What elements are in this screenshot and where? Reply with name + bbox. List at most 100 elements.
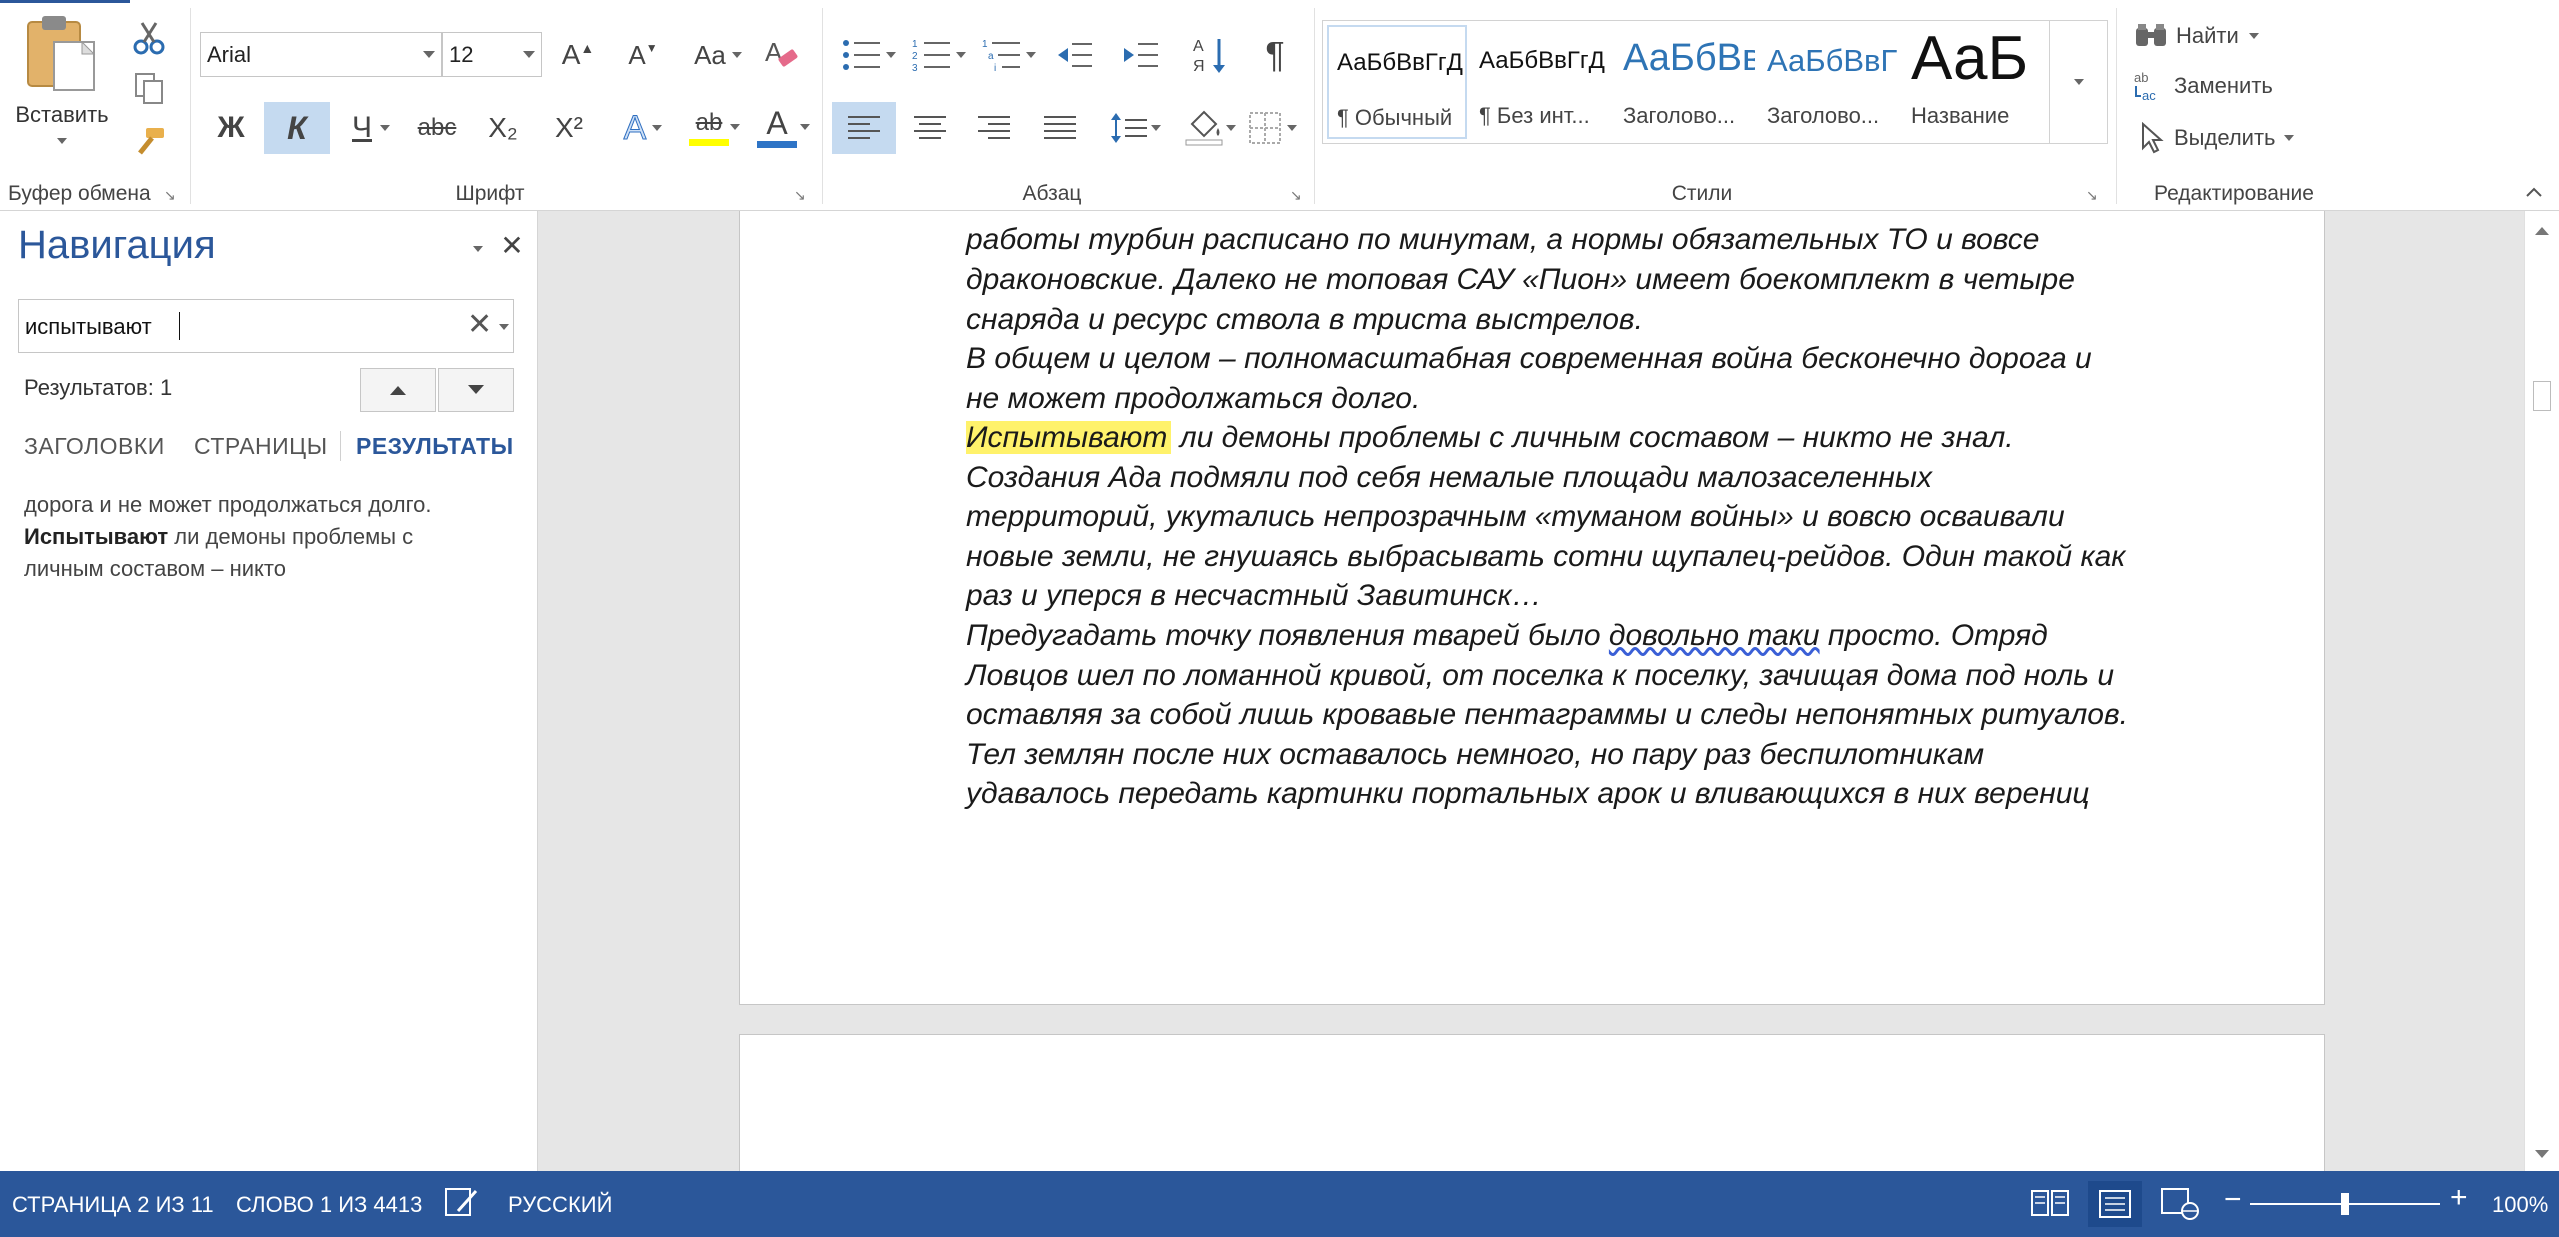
- doc-line: не может продолжаться долго.: [966, 382, 1421, 415]
- sort-button[interactable]: АЯ: [1186, 28, 1236, 82]
- group-divider: [822, 8, 823, 204]
- grow-font-button[interactable]: A ▲: [555, 32, 601, 78]
- decrease-indent-button[interactable]: [1050, 30, 1100, 80]
- font-color-button[interactable]: A: [746, 100, 808, 152]
- style-sample: АаБбВвГгД: [1479, 47, 1605, 74]
- shrink-font-icon: A: [628, 39, 646, 70]
- justify-button[interactable]: [1034, 102, 1086, 154]
- svg-text:3: 3: [912, 63, 918, 72]
- language-indicator[interactable]: РУССКИЙ: [508, 1192, 612, 1218]
- bold-label: Ж: [217, 111, 245, 144]
- svg-text:1: 1: [912, 39, 918, 50]
- web-layout-icon[interactable]: [2160, 1185, 2200, 1221]
- tab-pages[interactable]: СТРАНИЦЫ: [194, 433, 328, 460]
- bullets-button[interactable]: [836, 30, 902, 80]
- replace-button[interactable]: ab ac Заменить: [2134, 64, 2294, 108]
- select-button[interactable]: Выделить: [2140, 116, 2310, 160]
- chevron-down-icon[interactable]: [499, 324, 509, 330]
- numbering-button[interactable]: 123: [906, 30, 972, 80]
- doc-line: оставляя за собой лишь кровавые пентагра…: [966, 698, 2128, 731]
- clear-formatting-button[interactable]: A: [758, 30, 804, 76]
- svg-text:А: А: [1193, 38, 1204, 55]
- style-item-title[interactable]: АаБ Название: [1903, 25, 2043, 139]
- next-result-button[interactable]: [438, 368, 514, 412]
- page-indicator[interactable]: СТРАНИЦА 2 ИЗ 11: [12, 1192, 214, 1218]
- zoom-in-icon[interactable]: +: [2450, 1183, 2468, 1213]
- result-match-line: Испытывают ли демоны проблемы с: [24, 521, 514, 553]
- font-name-combo[interactable]: Arial: [200, 32, 442, 77]
- search-result-item[interactable]: дорога и не может продолжаться долго. Ис…: [24, 489, 514, 585]
- highlight-color-swatch: [689, 138, 729, 146]
- paragraph-launcher-icon[interactable]: ↘: [1290, 187, 1308, 205]
- font-group-label: Шрифт: [455, 182, 525, 205]
- doc-line: территорий, укутались непрозрачным «тума…: [966, 500, 2065, 533]
- change-case-button[interactable]: Aa: [686, 32, 750, 78]
- tab-headings[interactable]: ЗАГОЛОВКИ: [24, 433, 165, 460]
- zoom-slider-thumb[interactable]: [2341, 1193, 2349, 1215]
- clear-search-icon[interactable]: ✕: [467, 308, 492, 342]
- close-icon[interactable]: ✕: [500, 231, 524, 261]
- grow-font-icon: A: [561, 39, 581, 70]
- subscript-button[interactable]: X₂: [478, 104, 528, 152]
- shading-button[interactable]: [1174, 102, 1246, 154]
- doc-line: Тел землян после них оставалось немного,…: [966, 738, 1985, 771]
- align-left-button[interactable]: [832, 102, 896, 154]
- collapse-ribbon-button[interactable]: [2520, 180, 2548, 204]
- style-item-heading-1[interactable]: АаБбВв Заголово...: [1615, 25, 1755, 139]
- increase-indent-button[interactable]: [1116, 30, 1166, 80]
- text-effects-button[interactable]: A: [612, 104, 674, 152]
- paste-button[interactable]: Вставить: [8, 14, 116, 164]
- read-mode-icon[interactable]: [2030, 1187, 2070, 1219]
- tab-results[interactable]: РЕЗУЛЬТАТЫ: [356, 433, 514, 460]
- scroll-up-arrow-icon[interactable]: [2531, 219, 2553, 241]
- shrink-font-button[interactable]: A ▼: [620, 32, 666, 78]
- svg-text:ab: ab: [2134, 70, 2148, 85]
- style-sample: АаБбВв: [1623, 37, 1755, 79]
- style-item-heading-2[interactable]: АаБбВвГ Заголово...: [1759, 25, 1899, 139]
- font-size-combo[interactable]: 12: [442, 32, 542, 77]
- show-formatting-button[interactable]: ¶: [1250, 28, 1300, 82]
- style-item-normal[interactable]: АаБбВвГгД ¶ Обычный: [1327, 25, 1467, 139]
- line-spacing-button[interactable]: [1100, 102, 1170, 154]
- chevron-down-icon: [1287, 125, 1297, 131]
- align-right-button[interactable]: [968, 102, 1020, 154]
- vertical-scrollbar[interactable]: [2524, 211, 2559, 1171]
- bold-button[interactable]: Ж: [206, 104, 256, 152]
- font-launcher-icon[interactable]: ↘: [794, 187, 812, 205]
- group-divider: [190, 8, 191, 204]
- copy-button[interactable]: [126, 66, 172, 110]
- print-layout-icon[interactable]: [2088, 1181, 2142, 1227]
- multilevel-list-button[interactable]: 1ai: [976, 30, 1042, 80]
- previous-result-button[interactable]: [360, 368, 436, 412]
- binoculars-icon: [2134, 22, 2168, 50]
- borders-button[interactable]: [1240, 102, 1306, 154]
- clipboard-launcher-icon[interactable]: ↘: [164, 187, 182, 205]
- find-button[interactable]: Найти: [2134, 14, 2284, 58]
- chevron-down-icon: [730, 124, 740, 130]
- multilevel-list-icon: 1ai: [982, 38, 1022, 72]
- styles-launcher-icon[interactable]: ↘: [2086, 187, 2104, 205]
- search-input[interactable]: испытывают: [25, 314, 152, 340]
- status-bar: СТРАНИЦА 2 ИЗ 11 СЛОВО 1 ИЗ 4413 РУССКИЙ…: [0, 1171, 2559, 1237]
- underline-button[interactable]: Ч: [338, 104, 404, 152]
- format-painter-button[interactable]: [126, 120, 172, 164]
- decrease-indent-icon: [1056, 40, 1094, 70]
- word-count[interactable]: СЛОВО 1 ИЗ 4413: [236, 1192, 422, 1218]
- superscript-button[interactable]: X²: [544, 104, 594, 152]
- zoom-level[interactable]: 100%: [2492, 1192, 2548, 1218]
- zoom-out-icon[interactable]: −: [2224, 1185, 2242, 1215]
- style-name: Название: [1911, 103, 2010, 128]
- document-page-next[interactable]: [739, 1034, 2325, 1171]
- proofing-icon[interactable]: [444, 1187, 480, 1217]
- search-box[interactable]: испытывают ✕: [18, 299, 514, 353]
- cut-button[interactable]: [126, 16, 172, 60]
- align-center-button[interactable]: [904, 102, 956, 154]
- pane-options-button[interactable]: [466, 237, 490, 261]
- strikethrough-button[interactable]: abc: [412, 104, 462, 152]
- scroll-thumb[interactable]: [2533, 381, 2551, 411]
- italic-button[interactable]: К: [264, 102, 330, 154]
- style-item-no-spacing[interactable]: АаБбВвГгД ¶ Без инт...: [1471, 25, 1611, 139]
- scroll-down-arrow-icon[interactable]: [2531, 1143, 2553, 1165]
- styles-more-button[interactable]: [2049, 21, 2107, 143]
- spellcheck-underlined-text[interactable]: довольно таки: [1609, 619, 1820, 652]
